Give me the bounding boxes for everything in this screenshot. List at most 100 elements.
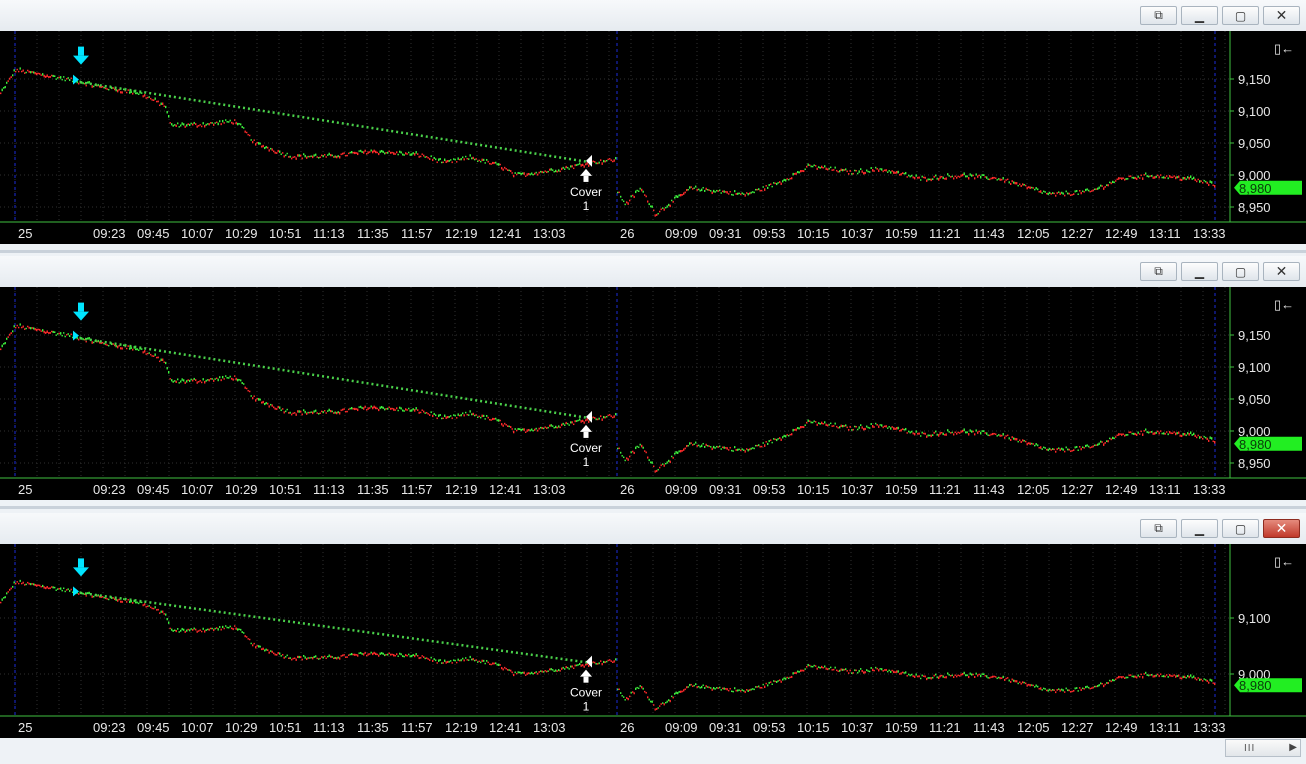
candle: [1059, 689, 1061, 692]
price-chart[interactable]: Cover 1 9,100 9,000 8,980 ▯← 25 26 09:23 09:45 10:…: [0, 544, 1306, 738]
chart-svg[interactable]: Cover19,1509,1009,0509,0008,9508,980▯←25…: [0, 287, 1306, 500]
candle: [160, 610, 162, 613]
candle: [523, 428, 525, 431]
candle: [911, 673, 913, 676]
candle: [222, 625, 224, 629]
price-chart[interactable]: Cover 1 9,150 9,100 9,050 9,000 8,950 8,980 ▯← 25…: [0, 31, 1306, 244]
candle: [148, 352, 150, 354]
candle: [800, 426, 802, 429]
close-icon[interactable]: ✕: [1263, 6, 1300, 25]
candle: [1007, 178, 1009, 181]
candle: [465, 155, 467, 158]
scroll-grip-icon[interactable]: III: [1244, 743, 1255, 754]
minimize-icon[interactable]: ▁: [1181, 519, 1218, 538]
candle: [770, 681, 772, 683]
candle: [860, 668, 862, 670]
candle: [755, 188, 757, 191]
candle: [198, 381, 200, 383]
chart-svg[interactable]: Cover19,1009,0008,980▯←25 2609:23 09:45 10:…: [0, 544, 1306, 738]
candle: [1067, 448, 1069, 451]
minimize-icon[interactable]: ▁: [1181, 262, 1218, 281]
candle: [1176, 674, 1178, 678]
candle: [430, 656, 432, 659]
candle: [148, 605, 150, 607]
minimize-icon[interactable]: ▁: [1181, 6, 1218, 25]
candle: [526, 672, 528, 675]
candle: [891, 426, 893, 428]
candle: [846, 170, 848, 173]
candle: [825, 423, 827, 427]
candle: [265, 146, 267, 149]
maximize-icon[interactable]: ▢: [1222, 6, 1259, 25]
candle: [1073, 193, 1075, 196]
candle: [936, 676, 938, 679]
candle: [606, 416, 608, 418]
candle: [1112, 180, 1114, 184]
candle: [604, 160, 606, 163]
candle: [624, 203, 626, 206]
candle: [1175, 176, 1177, 180]
candle: [974, 433, 976, 436]
scroll-right-icon[interactable]: ▶: [1289, 742, 1297, 753]
detach-icon[interactable]: ⧉: [1140, 519, 1177, 538]
candle: [27, 69, 29, 72]
price-chart[interactable]: Cover 1 9,150 9,100 9,050 9,000 8,950 8,980 ▯← 25…: [0, 287, 1306, 500]
candle: [837, 171, 839, 173]
candle: [166, 110, 168, 114]
pane-divider[interactable]: [0, 506, 1306, 509]
candle: [1200, 678, 1202, 681]
candle: [384, 654, 386, 657]
candle: [665, 206, 667, 209]
candle: [268, 149, 270, 152]
candle: [402, 655, 404, 658]
pane-divider[interactable]: [0, 250, 1306, 253]
candle: [674, 692, 676, 695]
candle: [504, 666, 506, 669]
close-icon[interactable]: ✕: [1263, 262, 1300, 281]
candle: [16, 68, 18, 71]
candle: [887, 670, 889, 673]
candle: [253, 139, 255, 141]
candle: [303, 654, 305, 657]
detach-icon[interactable]: ⧉: [1140, 6, 1177, 25]
window-titlebar[interactable]: ⧉ ▁ ▢ ✕: [0, 0, 1306, 32]
maximize-icon[interactable]: ▢: [1222, 519, 1259, 538]
maximize-icon[interactable]: ▢: [1222, 262, 1259, 281]
candle: [436, 161, 438, 164]
candle: [510, 426, 512, 428]
candle: [201, 630, 203, 633]
detach-icon[interactable]: ⧉: [1140, 262, 1177, 281]
chart-svg[interactable]: Cover19,1509,1009,0509,0008,9508,980▯←25…: [0, 31, 1306, 244]
candle: [734, 687, 736, 690]
candle: [550, 668, 552, 671]
candle: [1155, 431, 1157, 434]
candle: [69, 590, 71, 592]
candle: [22, 69, 24, 72]
close-icon[interactable]: ✕: [1263, 519, 1300, 538]
candle: [651, 461, 653, 464]
candle: [684, 688, 686, 691]
window-titlebar[interactable]: ⧉ ▁ ▢ ✕: [0, 513, 1306, 545]
candle: [758, 444, 760, 447]
candle: [363, 653, 365, 656]
candle: [1206, 437, 1208, 441]
candle: [108, 598, 110, 601]
horizontal-scrollbar[interactable]: III ▶: [1225, 739, 1301, 757]
window-titlebar[interactable]: ⧉ ▁ ▢ ✕: [0, 256, 1306, 288]
time-label: 09:09: [665, 720, 698, 735]
candle: [869, 427, 871, 429]
candle: [394, 153, 396, 155]
candle: [1053, 448, 1055, 451]
candle: [768, 440, 770, 443]
candle: [687, 444, 689, 447]
candle: [252, 141, 254, 144]
candle: [1094, 188, 1096, 191]
candle: [67, 588, 69, 590]
candle: [1128, 175, 1130, 178]
candle: [235, 627, 237, 630]
candle: [231, 627, 233, 630]
candle: [496, 663, 498, 666]
candle: [451, 662, 453, 664]
candle: [1044, 191, 1046, 193]
candle: [938, 676, 940, 680]
